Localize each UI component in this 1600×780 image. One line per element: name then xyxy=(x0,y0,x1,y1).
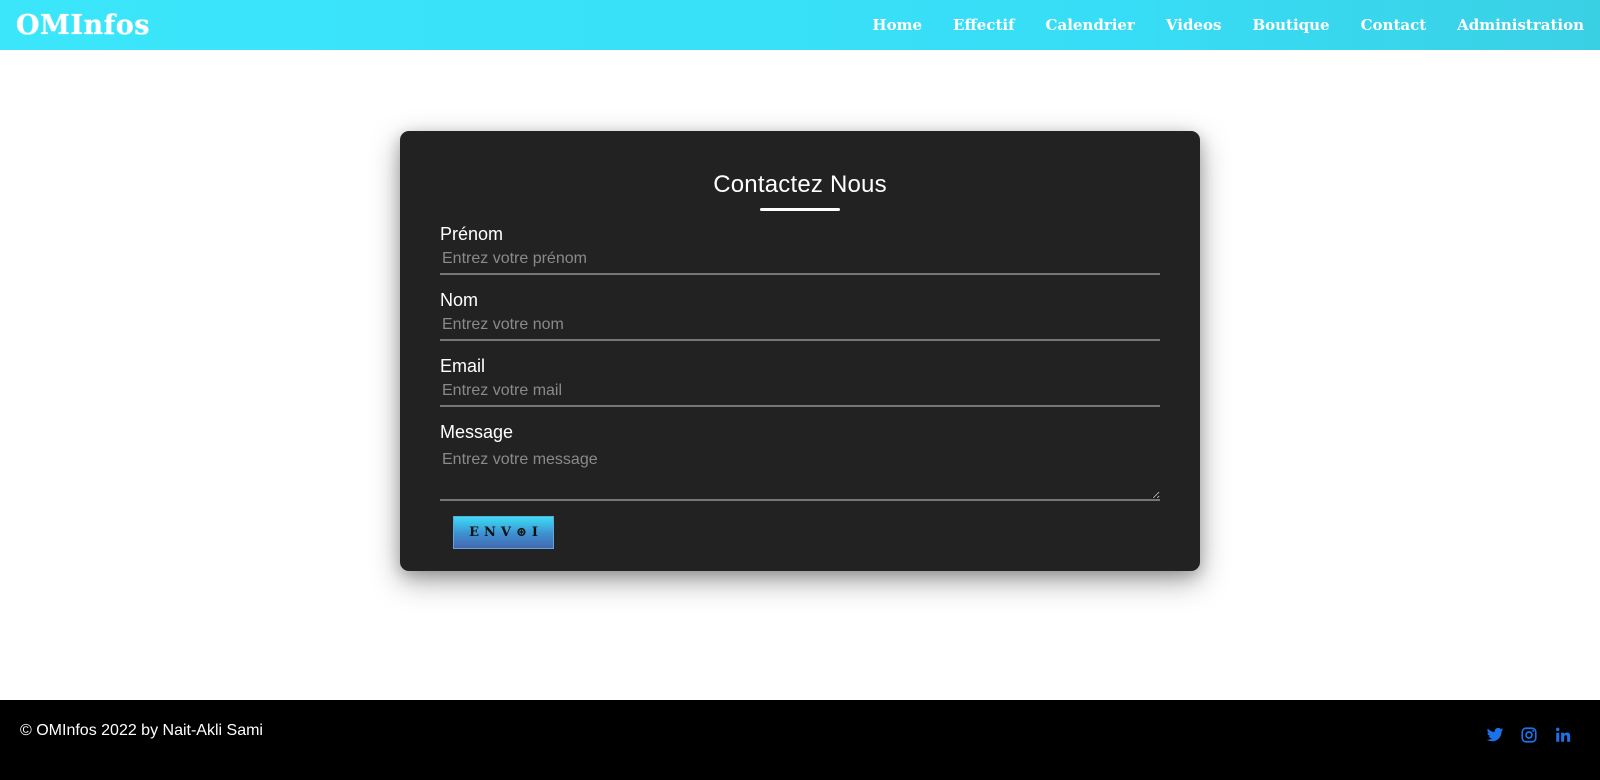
site-logo[interactable]: OMInfos xyxy=(16,10,150,41)
field-message: Message xyxy=(440,421,1160,501)
nom-input[interactable] xyxy=(440,311,1160,341)
linkedin-icon[interactable] xyxy=(1554,726,1572,744)
message-label: Message xyxy=(440,422,514,442)
nav-link-calendrier[interactable]: Calendrier xyxy=(1046,16,1135,34)
nav-link-contact[interactable]: Contact xyxy=(1361,16,1427,34)
copyright-text: © OMInfos 2022 by Nait-Akli Sami xyxy=(20,722,263,739)
title-underline xyxy=(760,208,840,211)
nav-link-effectif[interactable]: Effectif xyxy=(953,16,1015,34)
nav-link-home[interactable]: Home xyxy=(872,16,922,34)
twitter-icon[interactable] xyxy=(1486,726,1504,744)
prenom-label: Prénom xyxy=(440,224,504,244)
nav-link-videos[interactable]: Videos xyxy=(1166,16,1222,34)
main-nav: Home Effectif Calendrier Videos Boutique… xyxy=(841,16,1584,34)
nom-label: Nom xyxy=(440,290,479,310)
field-prenom: Prénom xyxy=(440,223,1160,275)
email-input[interactable] xyxy=(440,377,1160,407)
instagram-icon[interactable] xyxy=(1520,726,1538,744)
nav-link-administration[interactable]: Administration xyxy=(1457,16,1584,34)
social-links xyxy=(1486,726,1572,744)
field-email: Email xyxy=(440,355,1160,407)
page-footer: © OMInfos 2022 by Nait-Akli Sami xyxy=(0,700,1600,780)
email-label: Email xyxy=(440,356,486,376)
message-textarea[interactable] xyxy=(440,443,1160,501)
prenom-input[interactable] xyxy=(440,245,1160,275)
nav-link-boutique[interactable]: Boutique xyxy=(1252,16,1329,34)
form-title: Contactez Nous xyxy=(713,171,887,198)
submit-button[interactable]: ENV⊛I xyxy=(453,516,554,549)
field-nom: Nom xyxy=(440,289,1160,341)
top-navbar: OMInfos Home Effectif Calendrier Videos … xyxy=(0,0,1600,50)
contact-form-card: Contactez Nous Prénom Nom Email Message … xyxy=(400,131,1200,571)
